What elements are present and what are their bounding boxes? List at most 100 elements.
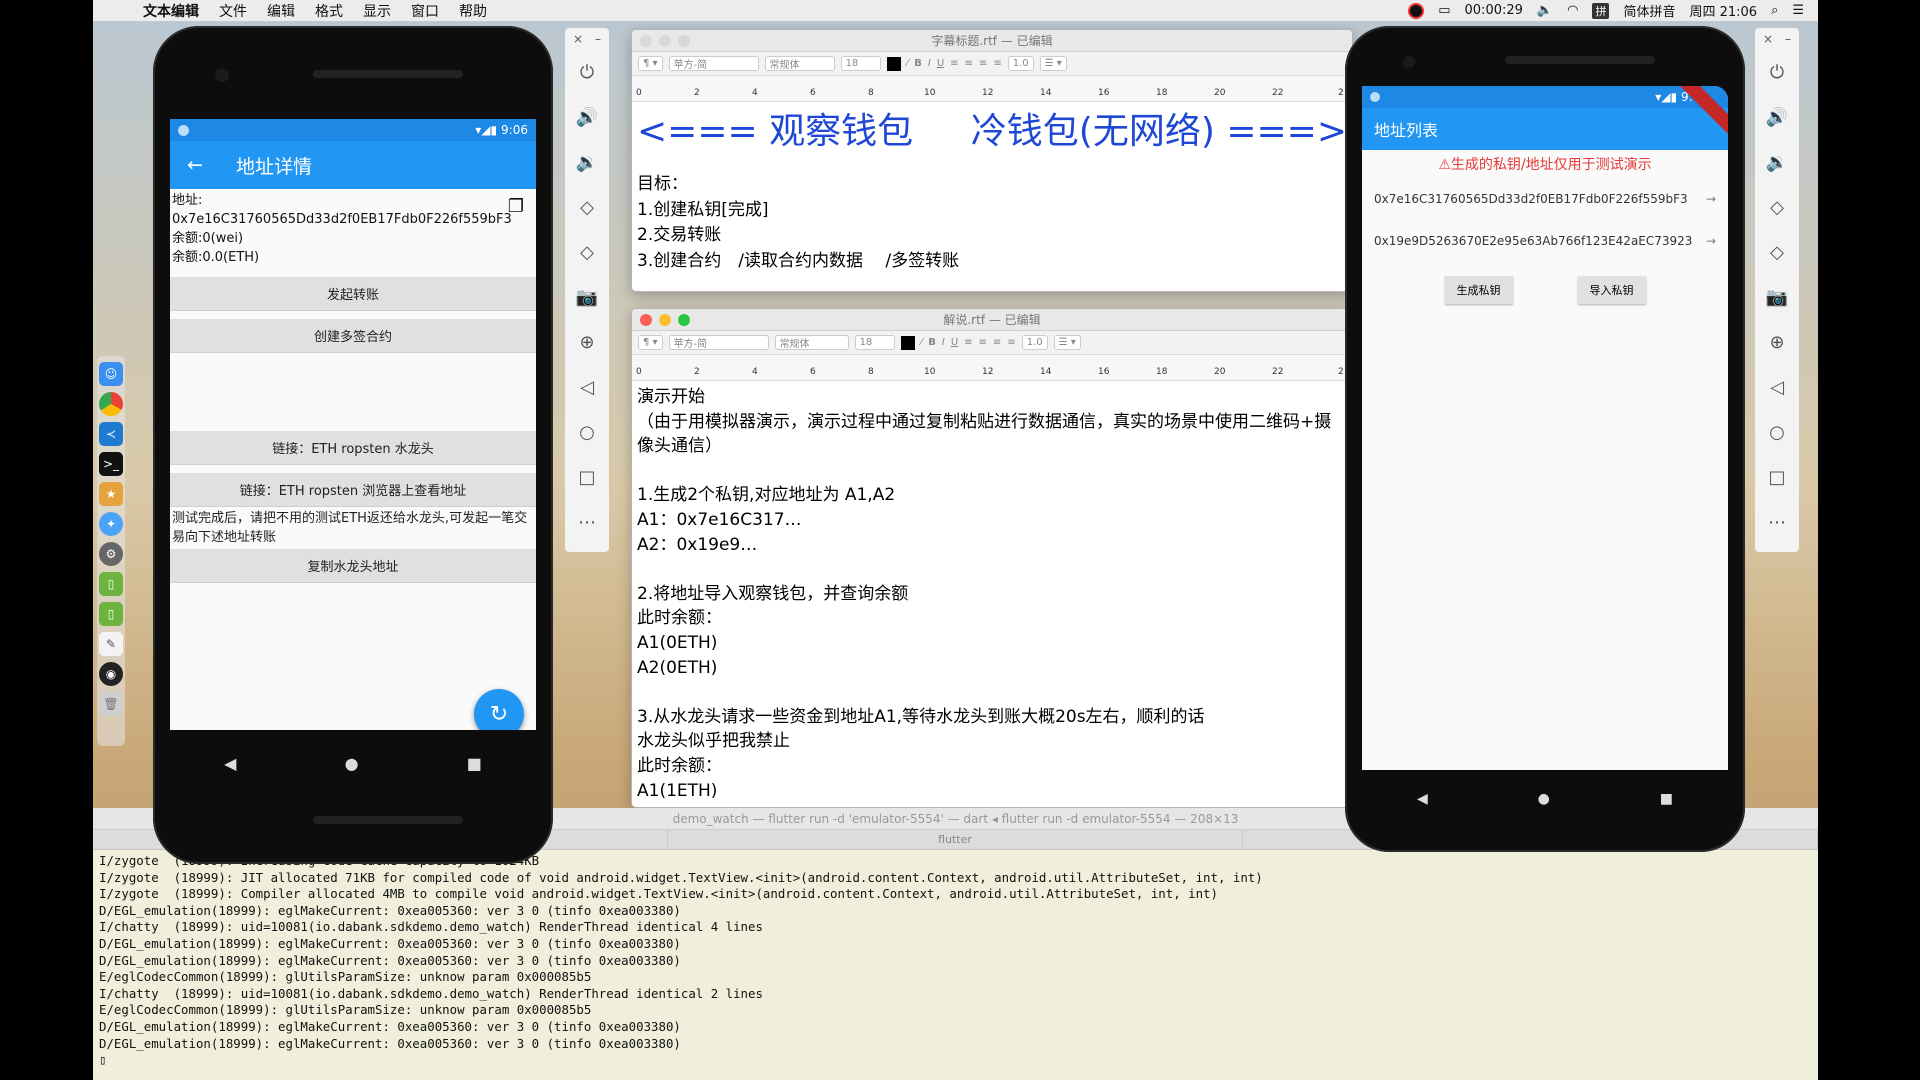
- highlight-icon[interactable]: ⁄: [907, 58, 909, 69]
- document-body[interactable]: <=== 观察钱包 冷钱包(无网络) ===> 目标： 1.创建私钥[完成] 2…: [632, 102, 1352, 278]
- copy-faucet-address-button[interactable]: 复制水龙头地址: [170, 549, 536, 583]
- close-icon[interactable]: ×: [573, 32, 583, 46]
- ruler[interactable]: 0 2 4 6 8 10 12 14 16 18 20 22 2: [632, 76, 1352, 102]
- home-icon[interactable]: ○: [1769, 410, 1785, 455]
- underline-button[interactable]: U: [951, 337, 958, 348]
- align-right-icon[interactable]: ≡: [993, 337, 1001, 348]
- copy-icon[interactable]: ❐: [508, 197, 524, 216]
- close-icon[interactable]: ×: [1763, 32, 1773, 46]
- generate-key-button[interactable]: 生成私钥: [1444, 276, 1513, 304]
- menu-app-name[interactable]: 文本编辑: [133, 1, 209, 21]
- text-color-swatch[interactable]: [900, 335, 915, 350]
- bold-button[interactable]: B: [928, 337, 936, 348]
- terminal-output[interactable]: I/zygote (18999): Increasing code cache …: [93, 850, 1818, 1072]
- android-emulator-2-icon[interactable]: ▯: [99, 602, 123, 626]
- rotate-right-icon[interactable]: ◇: [580, 230, 594, 275]
- menu-view[interactable]: 显示: [353, 1, 401, 21]
- window-titlebar[interactable]: 解说.rtf — 已编辑: [632, 309, 1352, 331]
- transfer-button[interactable]: 发起转账: [170, 277, 536, 311]
- clock[interactable]: 周四 21:06: [1689, 1, 1757, 20]
- align-left-icon[interactable]: ≡: [950, 58, 958, 69]
- justify-icon[interactable]: ≡: [993, 58, 1001, 69]
- font-size-select[interactable]: 18: [854, 335, 895, 350]
- list-select[interactable]: ☰ ▾: [1053, 335, 1081, 350]
- font-family-select[interactable]: 苹方-简: [668, 56, 759, 71]
- nav-home-icon[interactable]: ●: [1538, 791, 1550, 807]
- font-style-select[interactable]: 常规体: [774, 335, 849, 350]
- rotate-left-icon[interactable]: ◇: [1770, 185, 1784, 230]
- document-body[interactable]: 演示开始 （由于用模拟器演示，演示过程中通过复制粘贴进行数据通信，真实的场景中使…: [632, 381, 1352, 807]
- import-key-button[interactable]: 导入私钥: [1577, 276, 1646, 304]
- explorer-link-button[interactable]: 链接：ETH ropsten 浏览器上查看地址: [170, 473, 536, 507]
- screenshot-icon[interactable]: 📷: [576, 275, 598, 320]
- italic-button[interactable]: I: [942, 337, 945, 348]
- menu-edit[interactable]: 编辑: [257, 1, 305, 21]
- bold-button[interactable]: B: [914, 58, 922, 69]
- obs-dock-icon[interactable]: ◉: [99, 662, 123, 686]
- refresh-fab[interactable]: ↻: [474, 689, 524, 730]
- nav-back-icon[interactable]: ◀: [1417, 791, 1428, 807]
- paragraph-style-select[interactable]: ¶ ▾: [638, 56, 663, 71]
- finder-icon[interactable]: ☺: [99, 362, 123, 386]
- back-icon[interactable]: ◁: [580, 365, 594, 410]
- app-icon[interactable]: ★: [99, 482, 123, 506]
- wifi-icon[interactable]: ◠: [1567, 3, 1578, 18]
- terminal-tab[interactable]: flutter: [668, 830, 1243, 849]
- address-list-item[interactable]: 0x7e16C31760565Dd33d2f0EB17Fdb0F226f559b…: [1362, 178, 1728, 220]
- more-icon[interactable]: ⋯: [1768, 500, 1786, 545]
- system-preferences-icon[interactable]: ⚙: [99, 542, 123, 566]
- battery-icon[interactable]: ▭: [1438, 3, 1450, 18]
- input-method-icon[interactable]: 拼: [1592, 2, 1610, 19]
- volume-down-icon[interactable]: 🔉: [576, 140, 598, 185]
- overview-icon[interactable]: □: [1768, 455, 1785, 500]
- home-icon[interactable]: ○: [579, 410, 595, 455]
- rotate-left-icon[interactable]: ◇: [580, 185, 594, 230]
- notification-center-icon[interactable]: ☰: [1792, 3, 1804, 18]
- nav-recents-icon[interactable]: ■: [467, 754, 482, 773]
- align-center-icon[interactable]: ≡: [965, 58, 973, 69]
- create-multisig-button[interactable]: 创建多签合约: [170, 319, 536, 353]
- line-spacing-select[interactable]: 1.0: [1021, 335, 1048, 350]
- obs-icon[interactable]: [1408, 2, 1425, 19]
- chrome-icon[interactable]: [99, 392, 123, 416]
- vscode-icon[interactable]: ≺: [99, 422, 123, 446]
- back-arrow-icon[interactable]: ←: [170, 154, 220, 176]
- zoom-icon[interactable]: ⊕: [579, 320, 594, 365]
- menu-file[interactable]: 文件: [209, 1, 257, 21]
- overview-icon[interactable]: □: [578, 455, 595, 500]
- zoom-button[interactable]: [678, 35, 690, 47]
- menu-format[interactable]: 格式: [305, 1, 353, 21]
- window-titlebar[interactable]: 字幕标题.rtf — 已编辑: [632, 30, 1352, 52]
- list-select[interactable]: ☰ ▾: [1039, 56, 1067, 71]
- input-method-label[interactable]: 简体拼音: [1623, 1, 1675, 20]
- ruler[interactable]: 0 2 4 6 8 10 12 14 16 18 20 22 2: [632, 355, 1352, 381]
- volume-up-icon[interactable]: 🔊: [576, 95, 598, 140]
- terminal-icon[interactable]: >_: [99, 452, 123, 476]
- justify-icon[interactable]: ≡: [1007, 337, 1015, 348]
- minimize-icon[interactable]: –: [595, 32, 601, 46]
- font-style-select[interactable]: 常规体: [764, 56, 835, 71]
- power-icon[interactable]: ⏻: [580, 50, 594, 95]
- volume-down-icon[interactable]: 🔉: [1766, 140, 1788, 185]
- align-left-icon[interactable]: ≡: [964, 337, 972, 348]
- trash-icon[interactable]: 🗑: [99, 692, 123, 716]
- faucet-link-button[interactable]: 链接：ETH ropsten 水龙头: [170, 431, 536, 465]
- nav-back-icon[interactable]: ◀: [224, 754, 236, 773]
- zoom-button[interactable]: [678, 314, 690, 326]
- paragraph-style-select[interactable]: ¶ ▾: [638, 335, 663, 350]
- spotlight-icon[interactable]: ⌕: [1771, 3, 1778, 18]
- menu-help[interactable]: 帮助: [449, 1, 497, 21]
- minimize-button[interactable]: [659, 314, 671, 326]
- minimize-icon[interactable]: –: [1785, 32, 1791, 46]
- text-color-swatch[interactable]: [886, 56, 901, 71]
- italic-button[interactable]: I: [928, 58, 931, 69]
- rotate-right-icon[interactable]: ◇: [1770, 230, 1784, 275]
- font-family-select[interactable]: 苹方-简: [668, 335, 769, 350]
- more-icon[interactable]: ⋯: [578, 500, 596, 545]
- zoom-icon[interactable]: ⊕: [1769, 320, 1784, 365]
- font-size-select[interactable]: 18: [840, 56, 881, 71]
- align-right-icon[interactable]: ≡: [979, 58, 987, 69]
- menu-window[interactable]: 窗口: [401, 1, 449, 21]
- nav-home-icon[interactable]: ●: [345, 754, 359, 773]
- address-list-item[interactable]: 0x19e9D5263670E2e95e63Ab766f123E42aEC739…: [1362, 220, 1728, 262]
